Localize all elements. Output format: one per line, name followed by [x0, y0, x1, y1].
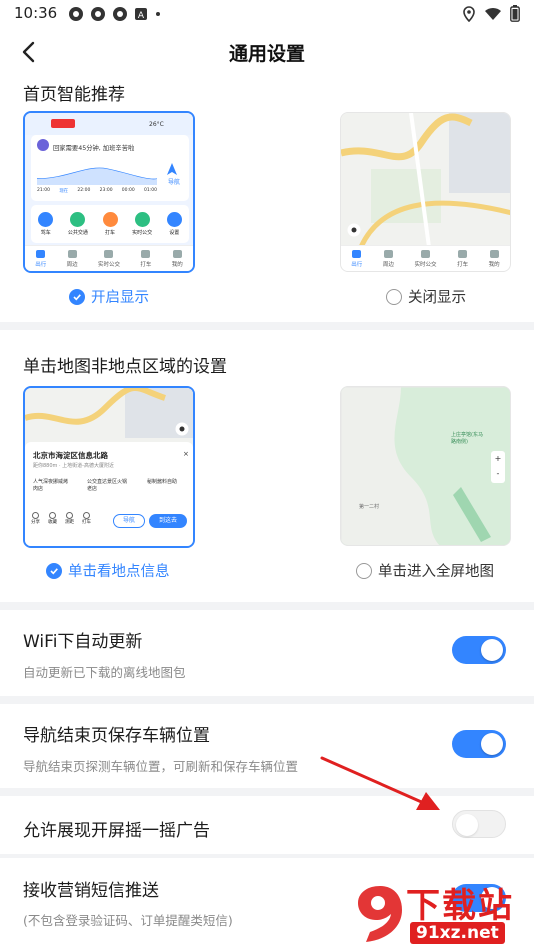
place-subtitle: 距你880m · 上地街道-高德大厦附近 — [33, 463, 114, 469]
row-subtitle: 导航结束页探测车辆位置，可刷新和保存车辆位置 — [23, 759, 299, 774]
weather-label: 26°C — [149, 121, 164, 128]
battery-icon — [510, 5, 520, 22]
watermark-url: 91xz.net — [410, 922, 505, 944]
preview-recommend-on[interactable]: 26°C 回家需要45分钟, 加班辛苦啦 导航 21:00 现在 22:00 2… — [23, 111, 195, 273]
notification-icons: A — [68, 6, 162, 22]
option-fullscreen-map[interactable]: 单击进入全屏地图 — [356, 560, 494, 581]
map-road-label: 第一二村 — [359, 504, 380, 510]
time-tick: 22:00 — [77, 188, 91, 193]
small-action: 测距 — [65, 512, 74, 525]
place-name: 北京市海淀区信息北路 — [33, 451, 108, 460]
section-divider — [0, 602, 534, 610]
time-tick: 01:00 — [143, 188, 157, 193]
system-icons — [462, 5, 520, 22]
shake-ad-row: 允许展现开屏摇一摇广告 — [0, 796, 534, 854]
option-label: 单击进入全屏地图 — [378, 564, 494, 580]
preview-fullscreen-map[interactable]: 上庄亭馆(东马路南侧) 第一二村 + - — [340, 386, 511, 546]
map-preview — [341, 113, 510, 247]
quick-action: 设置 — [166, 212, 182, 236]
place-close-icon: × — [183, 450, 189, 458]
save-parking-toggle[interactable] — [452, 730, 506, 758]
time-tick: 现在 — [59, 189, 69, 194]
section-title: 单击地图非地点区域的设置 — [23, 357, 227, 377]
row-subtitle: (不包含登录验证码、订单提醒类短信) — [23, 913, 233, 928]
mini-tabbar: 出行 周边 实时公交 打车 我的 — [25, 245, 193, 271]
navigation-arrow-icon — [167, 163, 177, 175]
location-target-icon — [347, 223, 361, 237]
section-divider — [0, 788, 534, 796]
poi-card: 秘制酱料自助 — [147, 479, 178, 485]
poi-card: 公交直达景区火锅老店 — [87, 479, 128, 492]
app-notification-icon — [113, 7, 127, 21]
poi-card: 人气深夜挪威烤肉店 — [33, 479, 69, 492]
app-notification-icon — [69, 7, 83, 21]
wifi-icon — [485, 7, 501, 20]
section-divider — [0, 322, 534, 330]
small-action: 收藏 — [48, 512, 57, 525]
row-subtitle: 自动更新已下载的离线地图包 — [23, 665, 186, 680]
page-title: 通用设置 — [228, 43, 305, 65]
quick-action: 公共交通 — [68, 212, 88, 236]
status-bar: 10:36 A — [0, 0, 534, 30]
option-show-off[interactable]: 关闭显示 — [386, 286, 466, 307]
preview-recommend-off[interactable]: 出行 周边 实时公交 打车 我的 — [340, 112, 511, 272]
watermark-logo-icon — [358, 886, 402, 942]
option-place-info[interactable]: 单击看地点信息 — [46, 560, 170, 581]
option-label: 关闭显示 — [408, 290, 466, 306]
small-action: 分享 — [31, 512, 40, 525]
traffic-curve — [37, 167, 157, 185]
quick-action: 实时公交 — [132, 212, 152, 236]
map-poi-label: 上庄亭馆(东马路南侧) — [451, 432, 483, 445]
time-tick: 23:00 — [99, 188, 113, 193]
site-watermark: 下载站 91xz.net — [356, 876, 526, 948]
preview-place-info[interactable]: 北京市海淀区信息北路 × 距你880m · 上地街道-高德大厦附近 人气深夜挪威… — [23, 386, 195, 548]
map-preview — [25, 388, 193, 448]
mini-tabbar: 出行 周边 实时公交 打车 我的 — [341, 245, 510, 271]
text-notification-icon: A — [135, 8, 147, 21]
save-parking-row: 导航结束页保存车辆位置 导航结束页探测车辆位置，可刷新和保存车辆位置 — [0, 704, 534, 788]
svg-text:A: A — [138, 11, 145, 21]
app-notification-icon — [91, 7, 105, 21]
dot-icon — [156, 12, 160, 16]
quick-action: 打车 — [102, 212, 118, 236]
shake-ad-toggle[interactable] — [452, 810, 506, 838]
wifi-update-row: WiFi下自动更新 自动更新已下载的离线地图包 — [0, 610, 534, 696]
recommend-nav-label: 导航 — [168, 179, 181, 186]
assistant-avatar-icon — [37, 139, 49, 151]
checked-icon — [69, 288, 85, 305]
zoom-control: + - — [491, 451, 505, 483]
annotation-arrow — [320, 756, 440, 810]
recommend-card-text: 回家需要45分钟, 加班辛苦啦 — [53, 145, 135, 152]
section-divider — [0, 696, 534, 704]
watermark-title: 下载站 — [406, 886, 514, 926]
option-show-on[interactable]: 开启显示 — [69, 286, 149, 307]
option-label: 开启显示 — [91, 290, 149, 306]
section-title: 首页智能推荐 — [23, 85, 125, 105]
status-time: 10:36 — [14, 4, 58, 22]
row-title: 允许展现开屏摇一摇广告 — [23, 821, 210, 841]
mini-nav-button: 导航 — [113, 514, 145, 528]
location-target-icon — [175, 422, 189, 436]
small-action: 打车 — [82, 512, 91, 525]
settings-page: 10:36 A 通用设置 首页智能推荐 26°C 回家需要45分钟, 加班辛苦啦… — [0, 0, 534, 950]
row-title: 导航结束页保存车辆位置 — [23, 726, 210, 746]
homepage-recommend-section: 首页智能推荐 26°C 回家需要45分钟, 加班辛苦啦 导航 21:00 现在 … — [0, 76, 534, 322]
top-bar: 通用设置 — [0, 30, 534, 74]
map-click-section: 单击地图非地点区域的设置 北京市海淀区信息北路 × 距你880m · 上地街道-… — [0, 330, 534, 602]
row-title: 接收营销短信推送 — [23, 881, 159, 901]
map-preview — [341, 387, 510, 545]
unchecked-icon — [356, 562, 372, 579]
wifi-update-toggle[interactable] — [452, 636, 506, 664]
row-title: WiFi下自动更新 — [23, 632, 143, 652]
location-icon — [463, 5, 475, 22]
checked-icon — [46, 562, 62, 579]
baidu-logo-icon — [51, 119, 75, 128]
unchecked-icon — [386, 288, 402, 305]
mini-go-button: 到这去 — [149, 514, 187, 528]
quick-action: 驾车 — [38, 212, 54, 236]
time-tick: 00:00 — [121, 188, 135, 193]
time-tick: 21:00 — [37, 188, 50, 193]
option-label: 单击看地点信息 — [68, 564, 170, 580]
